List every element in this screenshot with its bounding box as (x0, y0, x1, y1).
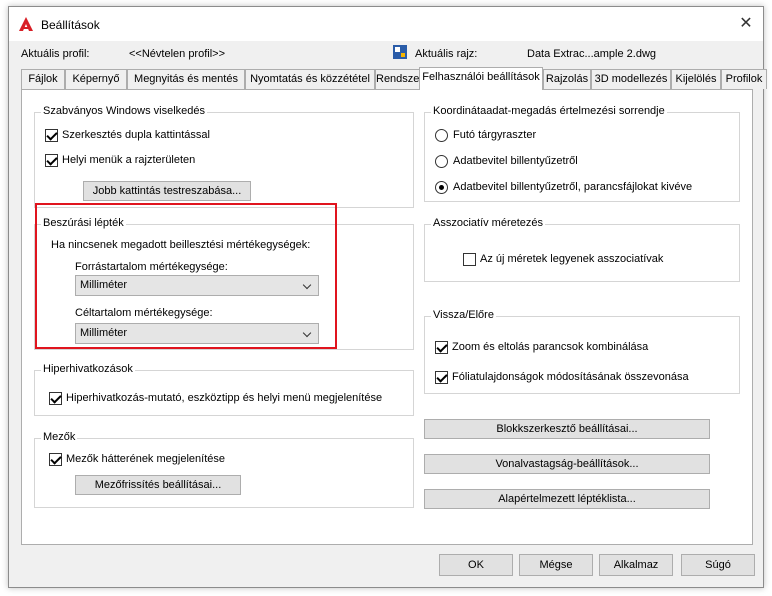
fields-group: Mezők Mezők hátterének megjelenítése Mez… (34, 431, 414, 508)
tab-drafting[interactable]: Rajzolás (543, 69, 591, 89)
current-drawing-label: Aktuális rajz: (415, 48, 478, 60)
current-drawing-value: Data Extrac...ample 2.dwg (527, 48, 657, 60)
priority-running-osnap-option[interactable]: Futó tárgyraszter (435, 127, 536, 143)
field-update-settings-button[interactable]: Mezőfrissítés beállításai... (75, 475, 241, 495)
combine-zoom-pan-option[interactable]: Zoom és eltolás parancsok kombinálása (435, 339, 648, 355)
close-icon[interactable]: ✕ (735, 13, 757, 35)
insertion-scale-highlight-frame (35, 203, 337, 349)
priority-keyboard-entry-radio[interactable] (435, 154, 448, 168)
combine-zoom-pan-checkbox[interactable] (435, 340, 448, 354)
double-click-edit-checkbox[interactable] (45, 128, 58, 142)
hyperlink-group: Hiperhivatkozások Hiperhivatkozás-mutató… (34, 363, 414, 416)
hyperlink-display-label: Hiperhivatkozás-mutató, eszköztipp és he… (66, 392, 383, 404)
priority-running-osnap-label: Futó tárgyraszter (453, 129, 537, 141)
field-background-option[interactable]: Mezők hátterének megjelenítése (49, 451, 225, 467)
double-click-edit-label: Szerkesztés dupla kattintással (62, 129, 210, 141)
associative-dimensioning-title: Asszociatív méretezés (431, 217, 546, 229)
priority-running-osnap-radio[interactable] (435, 128, 448, 142)
priority-keyboard-except-scripts-label: Adatbevitel billentyűzetről, parancsfájl… (453, 181, 693, 193)
combine-zoom-pan-label: Zoom és eltolás parancsok kombinálása (452, 341, 649, 353)
field-background-checkbox[interactable] (49, 452, 62, 466)
undo-redo-group: Vissza/Előre Zoom és eltolás parancsok k… (424, 309, 740, 394)
apply-button[interactable]: Alkalmaz (599, 554, 673, 576)
new-associative-dims-option[interactable]: Az új méretek legyenek asszociatívak (463, 251, 663, 267)
cancel-button[interactable]: Mégse (519, 554, 593, 576)
fields-title: Mezők (41, 431, 78, 443)
windows-behavior-title: Szabványos Windows viselkedés (41, 105, 208, 117)
hyperlink-display-checkbox[interactable] (49, 391, 62, 405)
combine-layer-option[interactable]: Fóliatulajdonságok módosításának összevo… (435, 369, 689, 385)
tab-system[interactable]: Rendszer (375, 69, 423, 89)
coordinate-priority-title: Koordinátaadat-megadás értelmezési sorre… (431, 105, 667, 117)
block-editor-settings-button[interactable]: Blokkszerkesztő beállításai... (424, 419, 710, 439)
autocad-a-icon (19, 17, 33, 31)
windows-behavior-group: Szabványos Windows viselkedés Szerkeszté… (34, 105, 414, 208)
current-profile-label: Aktuális profil: (21, 48, 90, 60)
current-profile-value: <<Névtelen profil>> (129, 48, 226, 60)
tab-open-save[interactable]: Megnyitás és mentés (127, 69, 245, 89)
title-bar: Beállítások ✕ (9, 7, 763, 41)
tab-files[interactable]: Fájlok (21, 69, 65, 89)
tab-profiles[interactable]: Profilok (721, 69, 767, 89)
combine-layer-label: Fóliatulajdonságok módosításának összevo… (452, 371, 689, 383)
ok-button[interactable]: OK (439, 554, 513, 576)
tab-display[interactable]: Képernyő (65, 69, 127, 89)
default-scale-list-button[interactable]: Alapértelmezett léptéklista... (424, 489, 710, 509)
priority-keyboard-except-scripts-option[interactable]: Adatbevitel billentyűzetről, parancsfájl… (435, 179, 692, 195)
profile-row: Aktuális profil: <<Névtelen profil>> Akt… (9, 45, 763, 65)
priority-keyboard-entry-option[interactable]: Adatbevitel billentyűzetről (435, 153, 578, 169)
combine-layer-checkbox[interactable] (435, 370, 448, 384)
dwg-file-icon (393, 45, 407, 59)
new-associative-dims-checkbox[interactable] (463, 252, 476, 266)
help-button[interactable]: Súgó (681, 554, 755, 576)
hyperlink-display-option[interactable]: Hiperhivatkozás-mutató, eszköztipp és he… (49, 390, 382, 406)
new-associative-dims-label: Az új méretek legyenek asszociatívak (480, 253, 664, 265)
shortcut-menus-checkbox[interactable] (45, 153, 58, 167)
priority-keyboard-except-scripts-radio[interactable] (435, 180, 448, 194)
tab-selection[interactable]: Kijelölés (671, 69, 721, 89)
undo-redo-title: Vissza/Előre (431, 309, 496, 321)
tab-plot-publish[interactable]: Nyomtatás és közzététel (245, 69, 375, 89)
tab-3d-modeling[interactable]: 3D modellezés (591, 69, 671, 89)
associative-dimensioning-group: Asszociatív méretezés Az új méretek legy… (424, 217, 740, 282)
coordinate-priority-group: Koordinátaadat-megadás értelmezési sorre… (424, 105, 740, 202)
tab-user-preferences[interactable]: Felhasználói beállítások (419, 67, 543, 90)
right-click-customization-button[interactable]: Jobb kattintás testreszabása... (83, 181, 251, 201)
field-background-label: Mezők hátterének megjelenítése (66, 453, 225, 465)
priority-keyboard-entry-label: Adatbevitel billentyűzetről (453, 155, 578, 167)
window-title: Beállítások (41, 18, 100, 32)
hyperlink-title: Hiperhivatkozások (41, 363, 135, 375)
double-click-edit-option[interactable]: Szerkesztés dupla kattintással (45, 127, 210, 143)
shortcut-menus-label: Helyi menük a rajzterületen (62, 154, 196, 166)
lineweight-settings-button[interactable]: Vonalvastagság-beállítások... (424, 454, 710, 474)
shortcut-menus-option[interactable]: Helyi menük a rajzterületen (45, 152, 195, 168)
